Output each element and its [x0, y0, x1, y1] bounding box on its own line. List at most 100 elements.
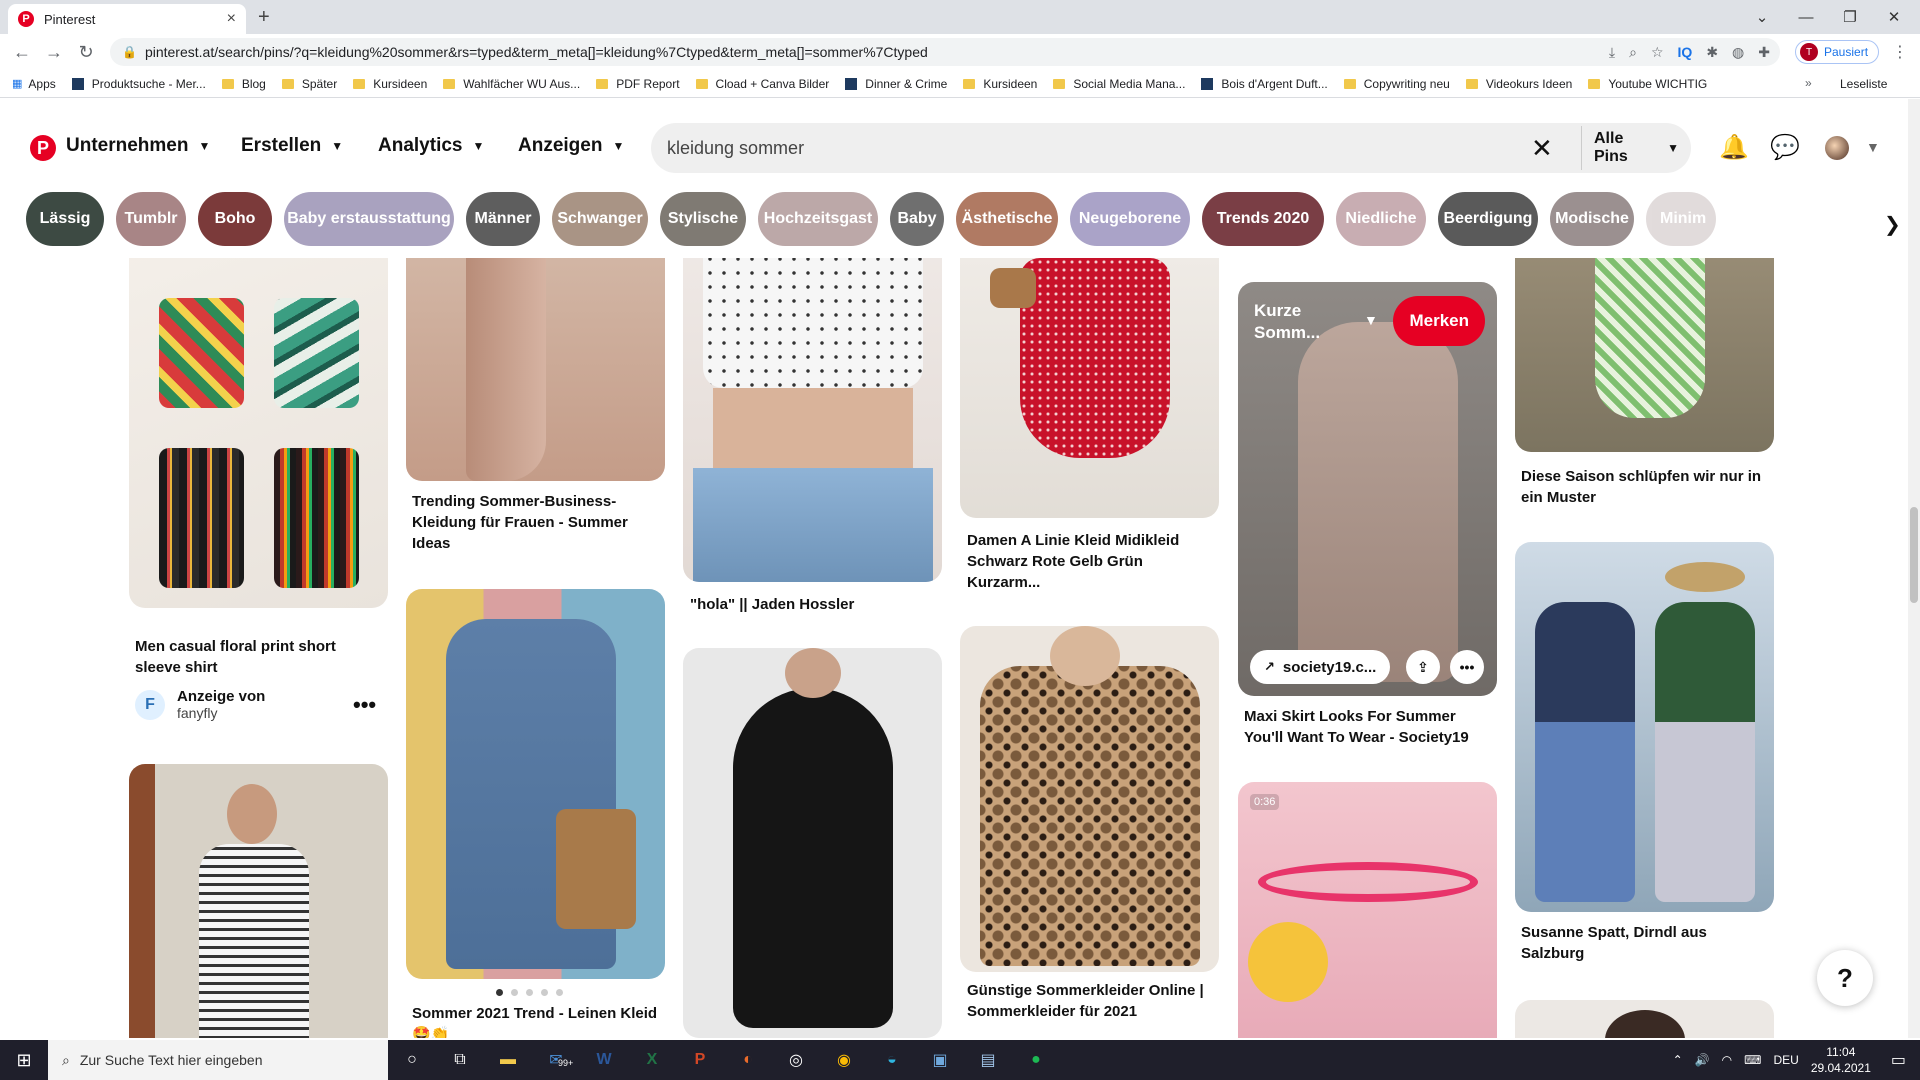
reading-list-button[interactable]: Leseliste	[1840, 77, 1887, 91]
account-chevron-down-icon[interactable]: ▼	[1866, 139, 1880, 155]
more-options-icon[interactable]: •••	[1450, 650, 1484, 684]
chrome-icon[interactable]: ◉	[820, 1040, 868, 1080]
pin-title[interactable]: Diese Saison schlüpfen wir nur in ein Mu…	[1521, 466, 1771, 508]
page-scrollbar[interactable]	[1908, 99, 1920, 1038]
pin-title[interactable]: Damen A Linie Kleid Midikleid Schwarz Ro…	[967, 530, 1217, 593]
browser-menu-icon[interactable]: ⋮	[1892, 42, 1908, 62]
pin-title[interactable]: Susanne Spatt, Dirndl aus Salzburg	[1521, 922, 1771, 964]
pin-title[interactable]: Sommer 2021 Trend - Leinen Kleid 🤩👏	[412, 1003, 662, 1038]
messages-icon[interactable]: 💬	[1770, 133, 1800, 162]
bookmark-item[interactable]: Kursideen	[963, 77, 1037, 91]
nav-erstellen[interactable]: Erstellen ▼	[241, 135, 343, 157]
search-chip[interactable]: Neugeborene	[1070, 192, 1190, 246]
network-icon[interactable]: ◠	[1722, 1053, 1732, 1067]
bookmark-item[interactable]: Youtube WICHTIG	[1588, 77, 1707, 91]
minimize-icon[interactable]: —	[1784, 4, 1828, 30]
bookmark-item[interactable]: Kursideen	[353, 77, 427, 91]
excel-icon[interactable]: X	[628, 1040, 676, 1080]
bookmark-item[interactable]: Blog	[221, 77, 266, 91]
pin-image-striped-dress[interactable]	[129, 764, 388, 1038]
pin-title[interactable]: Günstige Sommerkleider Online | Sommerkl…	[967, 980, 1217, 1022]
pin-title[interactable]: Men casual floral print short sleeve shi…	[135, 636, 385, 678]
search-chip[interactable]: Schwanger	[552, 192, 648, 246]
pin-image-red-dress[interactable]	[960, 258, 1219, 518]
language-indicator[interactable]: DEU	[1773, 1053, 1798, 1067]
zoom-icon[interactable]: ⌕	[1629, 44, 1637, 61]
powerpoint-icon[interactable]: P	[676, 1040, 724, 1080]
close-window-icon[interactable]: ✕	[1872, 4, 1916, 30]
word-icon[interactable]: W	[580, 1040, 628, 1080]
nav-analytics[interactable]: Analytics ▼	[378, 135, 484, 157]
bookmark-item[interactable]: Copywriting neu	[1343, 77, 1450, 91]
edge-icon[interactable]: ◒	[868, 1040, 916, 1080]
task-view-icon[interactable]: ⧉	[436, 1040, 484, 1080]
address-bar[interactable]: 🔒 pinterest.at/search/pins/?q=kleidung%2…	[110, 38, 1780, 66]
pin-image-linen-dress[interactable]	[406, 589, 665, 979]
bookmark-item[interactable]: Social Media Mana...	[1053, 77, 1185, 91]
extensions-puzzle-icon[interactable]: ✚	[1758, 44, 1770, 61]
pin-title[interactable]: "hola" || Jaden Hossler	[690, 594, 940, 615]
forward-icon[interactable]: →	[38, 42, 70, 63]
pin-source-link[interactable]: ↗ society19.c...	[1250, 650, 1391, 684]
browser-tab[interactable]: P Pinterest ×	[8, 4, 246, 34]
restore-icon[interactable]: ❐	[1828, 4, 1872, 30]
pinterest-logo-icon[interactable]: P	[30, 135, 56, 161]
scrollbar-thumb[interactable]	[1910, 507, 1918, 603]
pin-image-black-top[interactable]	[683, 648, 942, 1038]
pin-image-maxi-skirt[interactable]: Kurze Somm... ▼ Merken ↗ society19.c... …	[1238, 282, 1497, 696]
search-chip[interactable]: Boho	[198, 192, 272, 246]
notepad-icon[interactable]: ▤	[964, 1040, 1012, 1080]
mail-icon[interactable]: ✉ 99+	[532, 1040, 580, 1080]
search-input[interactable]	[667, 123, 1527, 173]
board-chevron-down-icon[interactable]: ▼	[1364, 312, 1378, 328]
bookmarks-overflow-icon[interactable]: »	[1805, 76, 1812, 90]
file-explorer-icon[interactable]: ▬	[484, 1040, 532, 1080]
bookmark-item[interactable]: Produktsuche - Mer...	[71, 77, 206, 91]
more-options-icon[interactable]: •••	[353, 692, 376, 718]
volume-icon[interactable]: 🔊	[1695, 1053, 1710, 1067]
extension-globe-icon[interactable]: ◍	[1732, 44, 1744, 61]
search-chip[interactable]: Trends 2020	[1202, 192, 1324, 246]
tray-chevron-up-icon[interactable]: ⌃	[1673, 1053, 1683, 1067]
extension-iq-icon[interactable]: IQ	[1678, 44, 1693, 60]
pin-image-next[interactable]	[1515, 1000, 1774, 1038]
bookmark-item[interactable]: Bois d'Argent Duft...	[1201, 77, 1328, 91]
search-chip[interactable]: Stylische	[660, 192, 746, 246]
obs-icon[interactable]: ◎	[772, 1040, 820, 1080]
tab-search-icon[interactable]: ⌄	[1740, 4, 1784, 30]
bookmark-star-icon[interactable]: ☆	[1651, 44, 1664, 61]
clear-search-icon[interactable]: ✕	[1531, 133, 1553, 164]
nav-anzeigen[interactable]: Anzeigen ▼	[518, 135, 624, 157]
user-avatar[interactable]	[1825, 136, 1849, 160]
windows-start-icon[interactable]: ⊞	[0, 1040, 48, 1080]
back-icon[interactable]: ←	[6, 42, 38, 63]
close-tab-icon[interactable]: ×	[227, 10, 236, 28]
keyboard-icon[interactable]: ⌨	[1744, 1053, 1761, 1067]
taskbar-search[interactable]: ⌕ Zur Suche Text hier eingeben	[48, 1040, 388, 1080]
notifications-icon[interactable]: ▭	[1891, 1050, 1906, 1070]
pin-title[interactable]: Maxi Skirt Looks For Summer You'll Want …	[1244, 706, 1494, 748]
cortana-icon[interactable]: ○	[388, 1040, 436, 1080]
spotify-icon[interactable]: ●	[1012, 1040, 1060, 1080]
pin-image-leopard-dress[interactable]	[960, 626, 1219, 972]
app-icon[interactable]: ◐	[724, 1040, 772, 1080]
search-chip[interactable]: Tumblr	[116, 192, 186, 246]
extension-icon[interactable]: ✱	[1706, 44, 1718, 61]
search-chip[interactable]: Modische	[1550, 192, 1634, 246]
reload-icon[interactable]: ↻	[70, 42, 102, 63]
pin-title[interactable]: Trending Sommer-Business-Kleidung für Fr…	[412, 491, 662, 554]
chevron-right-icon[interactable]: ❯	[1884, 212, 1901, 237]
pin-image-green-dress[interactable]	[1515, 258, 1774, 452]
search-chip[interactable]: Baby erstausstattung	[284, 192, 454, 246]
bookmark-item[interactable]: Später	[281, 77, 337, 91]
pin-image-dirndl[interactable]	[1515, 542, 1774, 912]
search-chip[interactable]: Niedliche	[1336, 192, 1426, 246]
search-chip[interactable]: Ästhetische	[956, 192, 1058, 246]
pin-image-shirts[interactable]	[129, 258, 388, 608]
bookmark-item[interactable]: Wahlfächer WU Aus...	[443, 77, 580, 91]
search-chip[interactable]: Beerdigung	[1438, 192, 1538, 246]
help-button[interactable]: ?	[1817, 950, 1873, 1006]
notifications-bell-icon[interactable]: 🔔	[1719, 133, 1749, 162]
bookmark-item[interactable]: Cload + Canva Bilder	[695, 77, 829, 91]
search-chip[interactable]: Baby	[890, 192, 944, 246]
